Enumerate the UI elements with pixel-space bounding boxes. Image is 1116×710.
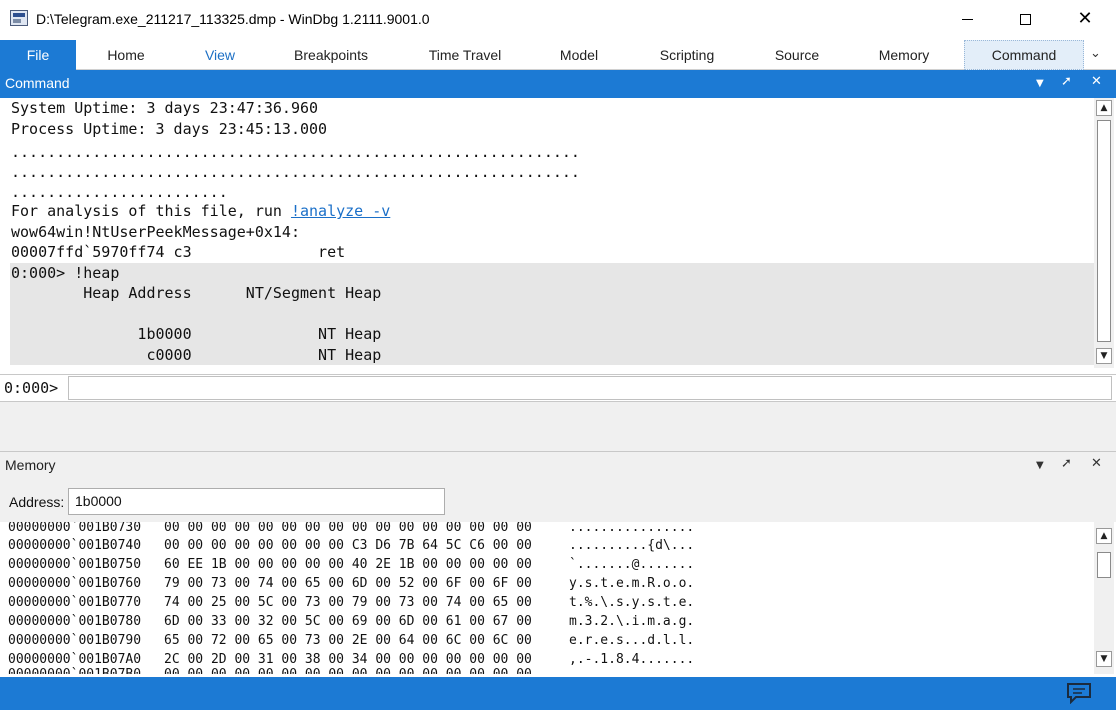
memory-hex: 00 00 00 00 00 00 00 00 00 00 00 00 00 0… [164, 522, 532, 535]
memory-dump[interactable]: 00000000`001B0730 00 00 00 00 00 00 00 00… [0, 522, 1094, 674]
tab-memory[interactable]: Memory [862, 40, 946, 70]
command-prompt-label: 0:000> [4, 379, 59, 397]
memory-hex: 74 00 25 00 5C 00 73 00 79 00 73 00 74 0… [164, 595, 532, 610]
output-line: c0000 NT Heap [11, 346, 382, 364]
memory-address: 00000000`001B0740 [8, 538, 142, 553]
close-icon: ✕ [1077, 8, 1093, 29]
memory-address: 00000000`001B0790 [8, 633, 142, 648]
minimize-icon [961, 18, 973, 20]
command-input-row: 0:000> [0, 374, 1116, 402]
memory-ascii: `.......@....... [569, 557, 695, 572]
title-bar: D:\Telegram.exe_211217_113325.dmp - WinD… [0, 0, 1116, 40]
tab-command[interactable]: Command [964, 40, 1084, 70]
command-scrollbar[interactable]: ▲ ▼ [1094, 98, 1114, 368]
tab-time-travel[interactable]: Time Travel [410, 40, 520, 70]
output-line: ........................ [11, 183, 228, 201]
command-input[interactable] [68, 376, 1112, 400]
panel-menu-dropdown-icon[interactable]: ▼ [1036, 78, 1044, 89]
memory-panel-header: Memory ▼ ➚ ✕ [0, 452, 1116, 480]
tab-source[interactable]: Source [758, 40, 836, 70]
output-line: ........................................… [11, 163, 580, 181]
memory-scrollbar[interactable]: ▲ ▼ [1094, 522, 1114, 674]
scroll-up-icon[interactable]: ▲ [1096, 528, 1112, 544]
command-panel-header: Command ▼ ➚ ✕ [0, 70, 1116, 98]
ribbon-collapse-icon[interactable]: ⌄ [1090, 46, 1101, 61]
memory-ascii: ..........{d\... [569, 538, 695, 553]
tab-home[interactable]: Home [90, 40, 162, 70]
scroll-thumb[interactable] [1097, 120, 1111, 342]
close-window-button[interactable]: ✕ [1056, 0, 1114, 38]
command-panel-title: Command [5, 75, 70, 91]
address-label: Address: [9, 494, 65, 510]
scroll-thumb[interactable] [1097, 552, 1111, 578]
status-bar [0, 677, 1116, 710]
command-output[interactable]: System Uptime: 3 days 23:47:36.960 Proce… [0, 98, 1094, 368]
analyze-link[interactable]: !analyze -v [291, 202, 390, 220]
output-line: wow64win!NtUserPeekMessage+0x14: [11, 223, 300, 241]
memory-hex: 79 00 73 00 74 00 65 00 6D 00 52 00 6F 0… [164, 576, 532, 591]
address-input[interactable]: 1b0000 [68, 488, 445, 515]
memory-hex: 00 00 00 00 00 00 00 00 C3 D6 7B 64 5C C… [164, 538, 532, 553]
output-line: 00007ffd`5970ff74 c3 ret [11, 243, 346, 261]
memory-panel-title: Memory [5, 457, 56, 473]
panel-splitter[interactable] [0, 402, 1116, 452]
pin-icon[interactable]: ➚ [1061, 456, 1072, 471]
memory-hex: 65 00 72 00 65 00 73 00 2E 00 64 00 6C 0… [164, 633, 532, 648]
output-line: 0:000> !heap [11, 264, 120, 282]
maximize-icon [1019, 13, 1031, 25]
panel-menu-dropdown-icon[interactable]: ▼ [1036, 460, 1044, 471]
memory-ascii: m.3.2.\.i.m.a.g. [569, 614, 695, 629]
close-panel-icon[interactable]: ✕ [1091, 74, 1102, 89]
scroll-down-icon[interactable]: ▼ [1096, 651, 1112, 667]
window-title: D:\Telegram.exe_211217_113325.dmp - WinD… [36, 11, 430, 27]
scroll-up-icon[interactable]: ▲ [1096, 100, 1112, 116]
memory-address-row: Address: 1b0000 [0, 480, 1116, 522]
memory-address: 00000000`001B0780 [8, 614, 142, 629]
close-panel-icon[interactable]: ✕ [1091, 456, 1102, 471]
output-line: Process Uptime: 3 days 23:45:13.000 [11, 120, 328, 138]
output-line: 1b0000 NT Heap [11, 325, 382, 343]
tab-scripting[interactable]: Scripting [640, 40, 734, 70]
output-line: System Uptime: 3 days 23:47:36.960 [11, 99, 319, 117]
memory-address: 00000000`001B07B0 [8, 665, 141, 674]
memory-address: 00000000`001B0760 [8, 576, 142, 591]
memory-ascii: e.r.e.s...d.l.l. [569, 633, 695, 648]
memory-ascii: y.s.t.e.m.R.o.o. [569, 576, 695, 591]
maximize-button[interactable] [996, 0, 1054, 38]
memory-ascii: ................ [569, 665, 694, 674]
ribbon-tabs: File Home View Breakpoints Time Travel M… [0, 40, 1116, 70]
memory-hex: 60 EE 1B 00 00 00 00 00 40 2E 1B 00 00 0… [164, 557, 532, 572]
output-line: Heap Address NT/Segment Heap [11, 284, 382, 302]
tab-view[interactable]: View [184, 40, 256, 70]
memory-address: 00000000`001B0770 [8, 595, 142, 610]
tab-model[interactable]: Model [544, 40, 614, 70]
output-line: ........................................… [11, 143, 580, 161]
minimize-button[interactable] [938, 0, 996, 38]
memory-hex: 6D 00 33 00 32 00 5C 00 69 00 6D 00 61 0… [164, 614, 532, 629]
memory-address: 00000000`001B0750 [8, 557, 142, 572]
memory-hex: 00 00 00 00 00 00 00 00 00 00 00 00 00 0… [164, 665, 532, 674]
memory-ascii: t.%.\.s.y.s.t.e. [569, 595, 695, 610]
output-text: For analysis of this file, run [11, 202, 291, 220]
scroll-down-icon[interactable]: ▼ [1096, 348, 1112, 364]
feedback-chat-icon[interactable] [1066, 682, 1092, 704]
tab-file[interactable]: File [0, 40, 76, 70]
pin-icon[interactable]: ➚ [1061, 74, 1072, 89]
memory-address: 00000000`001B0730 [8, 522, 142, 535]
output-line-analyze: For analysis of this file, run !analyze … [11, 201, 390, 221]
tab-breakpoints[interactable]: Breakpoints [276, 40, 386, 70]
memory-ascii: ................ [569, 522, 695, 535]
windbg-app-icon[interactable] [10, 10, 28, 26]
